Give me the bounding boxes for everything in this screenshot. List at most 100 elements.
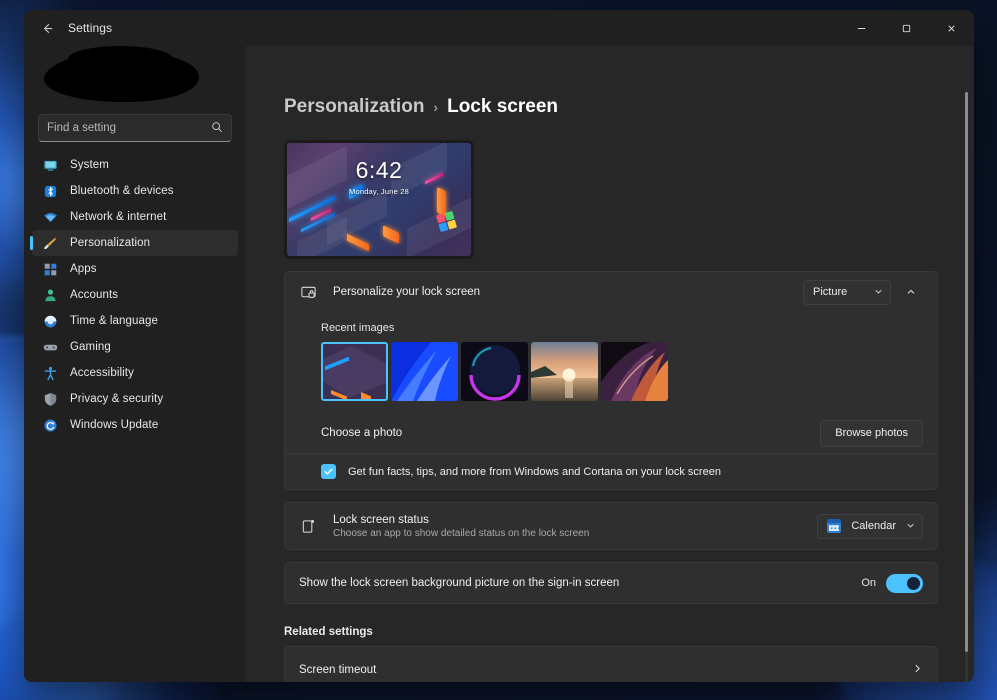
calendar-icon xyxy=(827,519,841,533)
sidebar-item-apps[interactable]: Apps xyxy=(32,256,238,282)
sidebar-item-label: Accessibility xyxy=(70,367,134,379)
bluetooth-icon xyxy=(42,183,58,199)
sidebar-item-label: Gaming xyxy=(70,341,111,353)
sidebar-item-gaming[interactable]: Gaming xyxy=(32,334,238,360)
search-input[interactable] xyxy=(38,114,232,142)
sidebar-item-label: Privacy & security xyxy=(70,393,163,405)
breadcrumb-parent-link[interactable]: Personalization xyxy=(284,96,424,118)
preview-time: 6:42 xyxy=(287,159,471,182)
signin-picture-row[interactable]: Show the lock screen background picture … xyxy=(285,563,937,603)
sidebar-item-label: System xyxy=(70,159,109,171)
lock-status-card: Lock screen status Choose an app to show… xyxy=(284,502,938,550)
signin-picture-toggle[interactable] xyxy=(886,574,923,593)
recent-images-list xyxy=(321,342,923,401)
toggle-state-label: On xyxy=(861,577,876,589)
lock-status-text-wrap: Lock screen status Choose an app to show… xyxy=(333,514,817,539)
related-screen-timeout-card: Screen timeout xyxy=(284,646,938,682)
fun-facts-checkbox[interactable] xyxy=(321,464,336,479)
choose-photo-row: Choose a photo Browse photos xyxy=(285,413,937,453)
window-titlebar: Settings xyxy=(24,10,974,46)
update-arrows-icon xyxy=(42,417,58,433)
sidebar-item-network-internet[interactable]: Network & internet xyxy=(32,204,238,230)
lock-status-app-dropdown[interactable]: Calendar xyxy=(817,514,923,539)
window-controls xyxy=(839,10,974,46)
preview-date: Monday, June 28 xyxy=(287,187,471,196)
recent-images-panel: Recent images xyxy=(285,312,937,413)
clock-globe-icon xyxy=(42,313,58,329)
personalize-controls: Picture xyxy=(803,280,923,305)
sidebar-nav: System Bluetooth & devices Network & int… xyxy=(30,152,240,438)
personalize-card: Personalize your lock screen Picture xyxy=(284,271,938,490)
chevron-down-icon xyxy=(874,287,883,298)
content-area: Personalization › Lock screen xyxy=(246,46,974,682)
gamepad-icon xyxy=(42,339,58,355)
personalize-type-dropdown[interactable]: Picture xyxy=(803,280,891,305)
user-profile[interactable] xyxy=(36,50,234,106)
sidebar-item-windows-update[interactable]: Windows Update xyxy=(32,412,238,438)
preview-wallpaper: 6:42 Monday, June 28 xyxy=(287,143,471,256)
sidebar-item-label: Apps xyxy=(70,263,97,275)
back-arrow-icon[interactable] xyxy=(32,13,62,43)
recent-image-thumb[interactable] xyxy=(461,342,528,401)
related-item-screen-timeout[interactable]: Screen timeout xyxy=(285,647,937,682)
sidebar-item-accounts[interactable]: Accounts xyxy=(32,282,238,308)
content-scrollbar[interactable] xyxy=(965,92,968,682)
minimize-button[interactable] xyxy=(839,10,884,46)
personalize-title-wrap: Personalize your lock screen xyxy=(333,286,803,298)
fun-facts-label: Get fun facts, tips, and more from Windo… xyxy=(348,466,721,478)
sidebar-item-label: Personalization xyxy=(70,237,150,249)
scrollbar-thumb[interactable] xyxy=(965,92,968,652)
lock-screen-preview: 6:42 Monday, June 28 xyxy=(284,140,474,259)
accessibility-icon xyxy=(42,365,58,381)
search-field[interactable] xyxy=(47,122,207,134)
sidebar-item-label: Accounts xyxy=(70,289,118,301)
screen-timeout-label: Screen timeout xyxy=(299,664,912,676)
recent-image-thumb[interactable] xyxy=(391,342,458,401)
monitor-icon xyxy=(42,157,58,173)
apps-grid-icon xyxy=(42,261,58,277)
settings-window: Settings xyxy=(24,10,974,682)
sidebar-item-personalization[interactable]: Personalization xyxy=(32,230,238,256)
wifi-icon xyxy=(42,209,58,225)
sidebar-item-label: Network & internet xyxy=(70,211,166,223)
dropdown-value: Picture xyxy=(813,286,847,298)
breadcrumb-separator-icon: › xyxy=(433,99,438,115)
maximize-button[interactable] xyxy=(884,10,929,46)
sidebar-item-privacy-security[interactable]: Privacy & security xyxy=(32,386,238,412)
sidebar: System Bluetooth & devices Network & int… xyxy=(24,46,246,682)
personalize-header-row[interactable]: Personalize your lock screen Picture xyxy=(285,272,937,312)
chevron-down-icon xyxy=(906,521,915,532)
window-title: Settings xyxy=(68,21,112,35)
sidebar-item-bluetooth-devices[interactable]: Bluetooth & devices xyxy=(32,178,238,204)
lock-status-row[interactable]: Lock screen status Choose an app to show… xyxy=(285,503,937,549)
page-title: Lock screen xyxy=(447,96,558,118)
choose-photo-label: Choose a photo xyxy=(321,427,820,439)
person-icon xyxy=(42,287,58,303)
toggle-knob xyxy=(907,577,920,590)
preview-clock: 6:42 Monday, June 28 xyxy=(287,159,471,196)
sidebar-item-time-language[interactable]: Time & language xyxy=(32,308,238,334)
personalize-title: Personalize your lock screen xyxy=(333,286,803,298)
close-button[interactable] xyxy=(929,10,974,46)
lock-status-subtitle: Choose an app to show detailed status on… xyxy=(333,528,817,539)
recent-images-label: Recent images xyxy=(321,322,923,334)
chevron-right-icon xyxy=(912,663,923,677)
sidebar-item-label: Time & language xyxy=(70,315,158,327)
signin-picture-card: Show the lock screen background picture … xyxy=(284,562,938,604)
fun-facts-row[interactable]: Get fun facts, tips, and more from Windo… xyxy=(285,453,937,489)
choose-photo-text-wrap: Choose a photo xyxy=(321,427,820,439)
redaction-mark xyxy=(44,52,199,102)
recent-image-thumb[interactable] xyxy=(321,342,388,401)
recent-image-thumb[interactable] xyxy=(531,342,598,401)
browse-photos-button[interactable]: Browse photos xyxy=(820,420,923,447)
chevron-up-icon[interactable] xyxy=(899,280,923,304)
search-icon xyxy=(211,121,223,136)
sidebar-item-accessibility[interactable]: Accessibility xyxy=(32,360,238,386)
dropdown-value: Calendar xyxy=(851,520,896,532)
signin-toggle-wrap: On xyxy=(861,574,923,593)
sidebar-item-label: Windows Update xyxy=(70,419,158,431)
sidebar-item-system[interactable]: System xyxy=(32,152,238,178)
lock-status-title: Lock screen status xyxy=(333,514,817,526)
lock-screen-icon xyxy=(299,283,318,302)
recent-image-thumb[interactable] xyxy=(601,342,668,401)
